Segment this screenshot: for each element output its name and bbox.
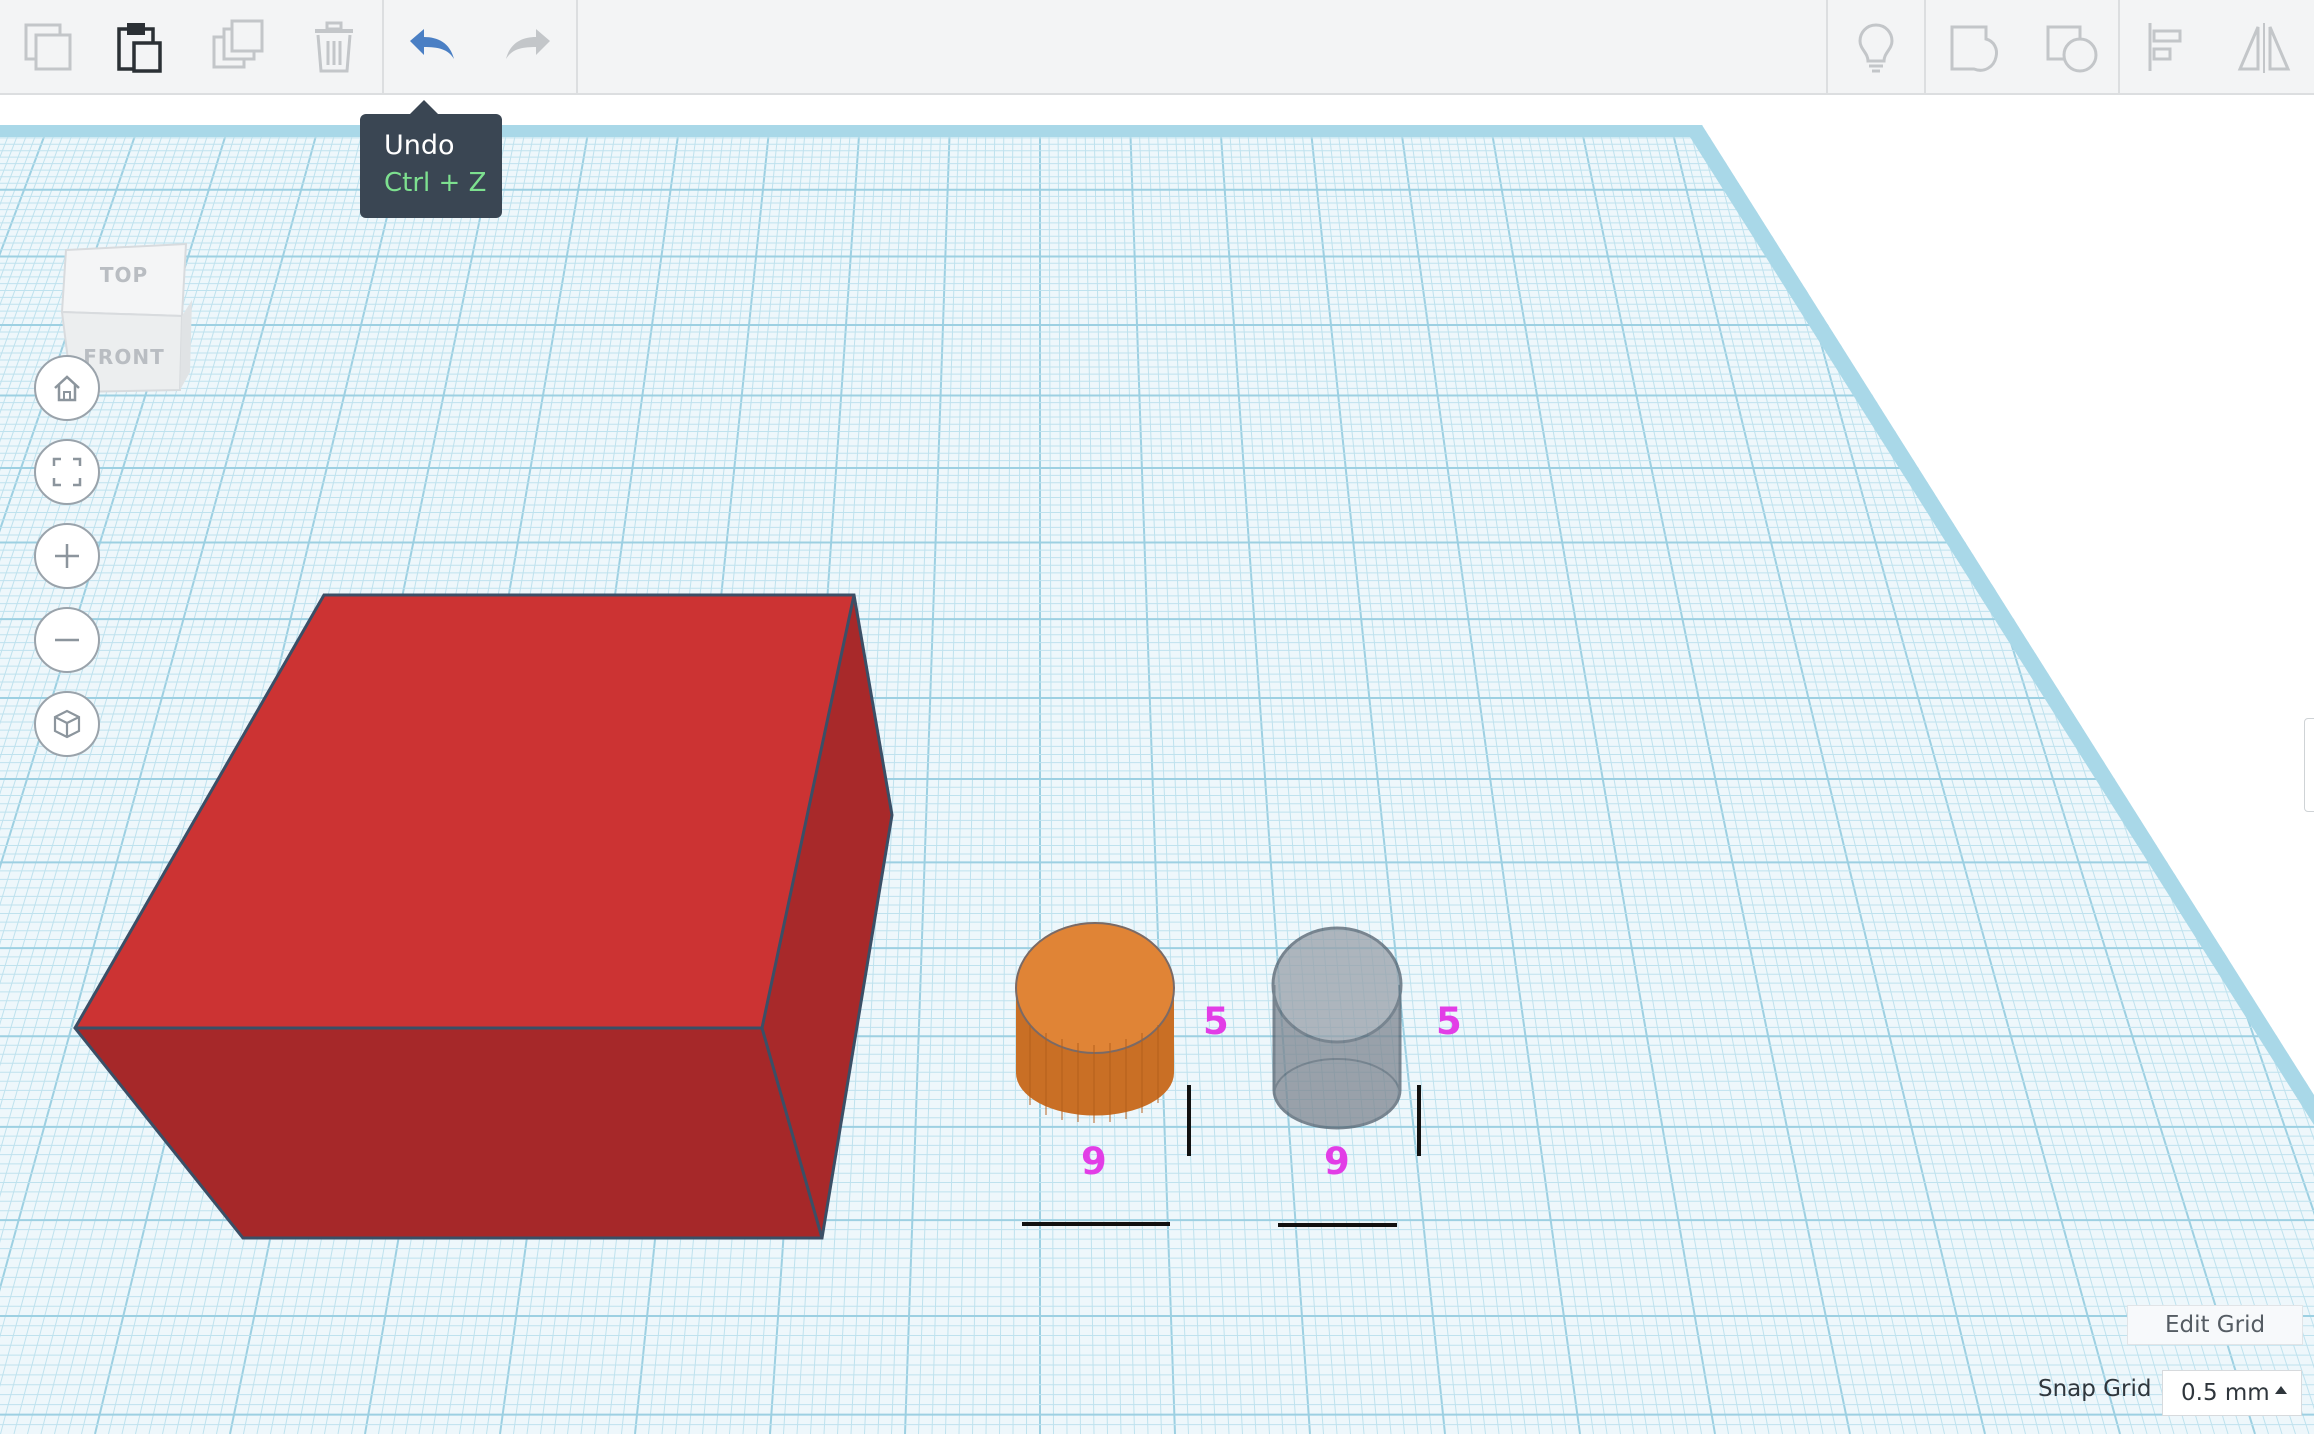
hole-cylinder[interactable] — [1273, 928, 1401, 1128]
paste-button[interactable] — [92, 0, 188, 93]
undo-button[interactable] — [384, 0, 480, 93]
duplicate-icon — [210, 19, 266, 75]
delete-icon — [306, 19, 362, 75]
toolbar-divider — [576, 0, 578, 93]
tooltip-title: Undo — [384, 128, 502, 164]
snap-grid-select[interactable]: 0.5 mm — [2162, 1370, 2302, 1416]
fit-view-icon — [49, 454, 85, 490]
lightbulb-icon — [1848, 19, 1904, 75]
view-cube-front-label[interactable]: FRONT — [83, 345, 164, 369]
perspective-icon — [49, 706, 85, 742]
fit-view-button[interactable] — [34, 439, 100, 505]
mirror-icon — [2236, 19, 2292, 75]
zoom-in-button[interactable] — [34, 523, 100, 589]
align-button[interactable] — [2120, 0, 2216, 93]
orange-cylinder-diameter-label[interactable]: 9 — [1081, 1140, 1107, 1183]
orange-cylinder-height-label[interactable]: 5 — [1203, 1000, 1229, 1043]
tooltip-shortcut: Ctrl + Z — [384, 164, 502, 202]
view-cube-top-label[interactable]: TOP — [100, 263, 148, 287]
home-icon — [49, 370, 85, 406]
delete-button[interactable] — [286, 0, 382, 93]
group-icon — [1946, 19, 2002, 75]
copy-icon — [20, 19, 76, 75]
paste-icon — [112, 19, 168, 75]
zoom-out-icon — [49, 622, 85, 658]
ungroup-icon — [2044, 19, 2100, 75]
workplane[interactable]: TOP FRONT 5 9 5 9 — [0, 95, 2314, 1434]
side-panel-toggle[interactable] — [2304, 718, 2314, 812]
orange-cylinder[interactable] — [1016, 923, 1174, 1123]
toolbar — [0, 0, 2314, 95]
hole-cylinder-diameter-label[interactable]: 9 — [1324, 1140, 1350, 1183]
group-button[interactable] — [1926, 0, 2022, 93]
perspective-button[interactable] — [34, 691, 100, 757]
undo-tooltip: Undo Ctrl + Z — [360, 114, 502, 218]
copy-button[interactable] — [0, 0, 96, 93]
zoom-out-button[interactable] — [34, 607, 100, 673]
home-view-button[interactable] — [34, 355, 100, 421]
snap-grid-value: 0.5 mm — [2181, 1380, 2270, 1406]
mirror-button[interactable] — [2216, 0, 2312, 93]
undo-icon — [404, 19, 460, 75]
edit-grid-button[interactable]: Edit Grid — [2127, 1305, 2303, 1345]
snap-grid-label: Snap Grid — [2038, 1376, 2151, 1402]
caret-up-icon — [2275, 1386, 2287, 1394]
align-icon — [2140, 19, 2196, 75]
redo-button[interactable] — [480, 0, 576, 93]
duplicate-button[interactable] — [190, 0, 286, 93]
hole-cylinder-height-label[interactable]: 5 — [1436, 1000, 1462, 1043]
workplane-grid — [0, 95, 2314, 1434]
zoom-in-icon — [49, 538, 85, 574]
ungroup-button[interactable] — [2024, 0, 2120, 93]
notes-button[interactable] — [1828, 0, 1924, 93]
redo-icon — [500, 19, 556, 75]
